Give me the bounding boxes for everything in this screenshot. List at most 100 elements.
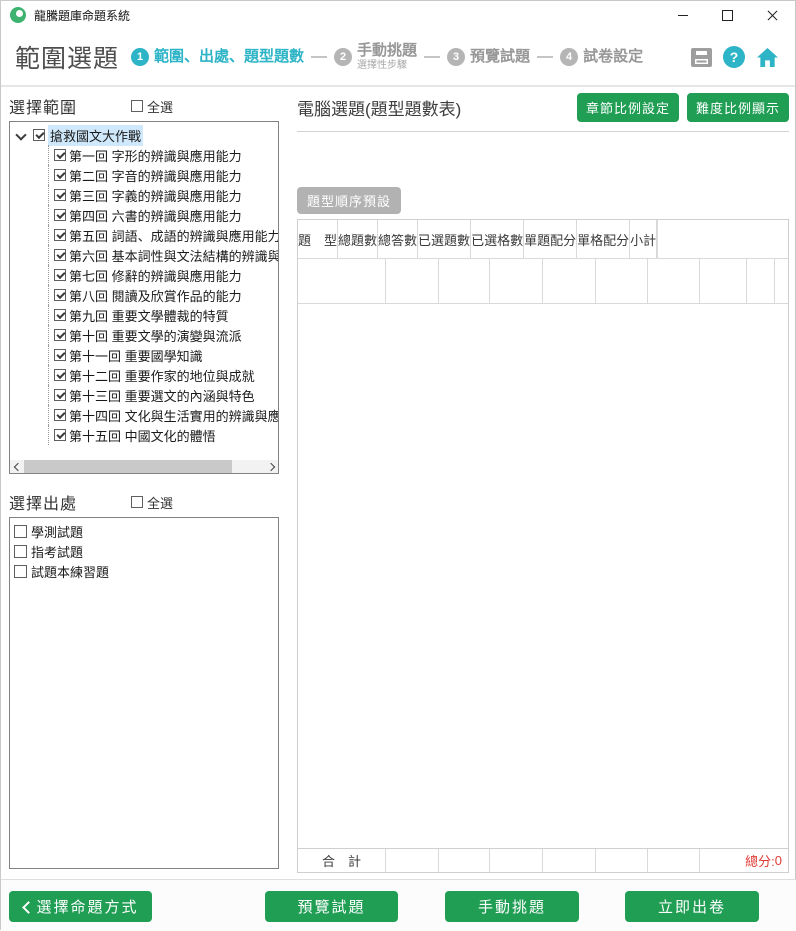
table-header-cell: 總答數 — [378, 220, 418, 258]
source-item[interactable]: 指考試題 — [14, 541, 278, 561]
table-header-cell: 已選格數 — [471, 220, 524, 258]
tree-item[interactable]: 第十回 重要文學的演變與流派 — [10, 325, 278, 345]
home-button[interactable] — [756, 47, 779, 68]
table-cell-empty — [386, 259, 439, 303]
tree-item-checkbox[interactable] — [54, 409, 66, 421]
tree-item-label: 第八回 閱讀及欣賞作品的能力 — [69, 286, 242, 305]
source-select-all-checkbox[interactable] — [131, 496, 143, 508]
scrollbar-thumb[interactable] — [24, 460, 232, 473]
wizard-step[interactable]: 4 試卷設定 — [560, 48, 643, 66]
home-icon — [756, 47, 779, 68]
table-cell-empty — [439, 849, 490, 872]
tree-root-checkbox[interactable] — [33, 129, 45, 141]
chevron-down-icon[interactable] — [16, 131, 25, 140]
tree-children: 第一回 字形的辨識與應用能力 第二回 字音的辨識與應用能力 第三回 字義的辨識與… — [10, 145, 278, 445]
range-select-all[interactable]: 全選 — [131, 97, 173, 116]
tree-item[interactable]: 第三回 字義的辨識與應用能力 — [10, 185, 278, 205]
chevron-left-icon — [22, 903, 30, 911]
tree-item[interactable]: 第八回 閱讀及欣賞作品的能力 — [10, 285, 278, 305]
tree-item[interactable]: 第一回 字形的辨識與應用能力 — [10, 145, 278, 165]
manual-pick-button[interactable]: 手動挑題 — [445, 891, 579, 922]
source-item-checkbox[interactable] — [14, 545, 27, 558]
tree-item[interactable]: 第十三回 重要選文的內涵與特色 — [10, 385, 278, 405]
preview-questions-button[interactable]: 預覽試題 — [265, 891, 398, 922]
table-cell-empty — [298, 259, 386, 303]
step-number-badge: 4 — [560, 48, 578, 66]
tree-item-label: 第一回 字形的辨識與應用能力 — [69, 146, 242, 165]
wizard-step[interactable]: 2 手動挑題 選擇性步驟 — [334, 43, 447, 71]
difficulty-ratio-button[interactable]: 難度比例顯示 — [687, 93, 789, 122]
tree-item-checkbox[interactable] — [54, 369, 66, 381]
tree-item[interactable]: 第四回 六書的辨識與應用能力 — [10, 205, 278, 225]
tree-item[interactable]: 第六回 基本詞性與文法結構的辨識與 — [10, 245, 278, 265]
wizard-step[interactable]: 1 範圍、出處、題型題數 — [131, 48, 334, 66]
tree-item[interactable]: 第十五回 中國文化的體悟 — [10, 425, 278, 445]
tree-item-checkbox[interactable] — [54, 169, 66, 181]
table-cell-empty — [439, 259, 490, 303]
tree-item[interactable]: 第十一回 重要國學知識 — [10, 345, 278, 365]
tree-item[interactable]: 第十四回 文化與生活實用的辨識與應 — [10, 405, 278, 425]
step-number-badge: 2 — [334, 48, 352, 66]
chapter-ratio-button[interactable]: 章節比例設定 — [577, 93, 679, 122]
step-label: 試卷設定 — [583, 49, 643, 66]
tree-item-checkbox[interactable] — [54, 149, 66, 161]
app-logo-icon — [10, 7, 26, 23]
maximize-button[interactable] — [705, 1, 750, 29]
tree-item-checkbox[interactable] — [54, 289, 66, 301]
total-score-cell: 總分:0 — [700, 849, 788, 872]
create-exam-button[interactable]: 立即出卷 — [625, 891, 759, 922]
source-select-all[interactable]: 全選 — [131, 493, 173, 512]
tree-item-checkbox[interactable] — [54, 209, 66, 221]
tree-item[interactable]: 第二回 字音的辨識與應用能力 — [10, 165, 278, 185]
wizard-stepper: 1 範圍、出處、題型題數 2 手動挑題 選擇性步驟 3 預覽試題 — [131, 43, 643, 71]
titlebar: 龍騰題庫命題系統 — [1, 1, 795, 29]
source-item-label: 指考試題 — [31, 542, 83, 561]
selection-sidebar: 選擇範圍 全選 搶救國文大作戰 第一回 字形的辨識與應用能力 第二回 字音的辨識… — [9, 93, 279, 869]
table-cell-empty — [596, 259, 648, 303]
question-order-preset-tab[interactable]: 題型順序預設 — [297, 187, 401, 214]
scroll-right-icon[interactable] — [265, 460, 278, 473]
table-header-cell: 單格配分 — [577, 220, 630, 258]
tree-root-label: 搶救國文大作戰 — [48, 125, 143, 146]
tree-item[interactable]: 第七回 修辭的辨識與應用能力 — [10, 265, 278, 285]
step-separator — [537, 56, 553, 58]
step-label: 範圍、出處、題型題數 — [154, 49, 304, 66]
range-select-all-checkbox[interactable] — [131, 100, 143, 112]
minimize-button[interactable] — [660, 1, 705, 29]
tree-item-checkbox[interactable] — [54, 269, 66, 281]
source-item-checkbox[interactable] — [14, 525, 27, 538]
tree-item-checkbox[interactable] — [54, 429, 66, 441]
horizontal-scrollbar[interactable] — [10, 460, 278, 473]
tree-item-checkbox[interactable] — [54, 329, 66, 341]
step-label: 預覽試題 — [470, 49, 530, 66]
tree-item-checkbox[interactable] — [54, 389, 66, 401]
minimize-icon — [678, 15, 688, 16]
tree-item-checkbox[interactable] — [54, 249, 66, 261]
tree-item-checkbox[interactable] — [54, 309, 66, 321]
help-button[interactable]: ? — [723, 46, 745, 68]
source-item-label: 學測試題 — [31, 522, 83, 541]
table-cell-empty — [775, 259, 788, 303]
close-button[interactable] — [750, 1, 795, 29]
tree-item-label: 第七回 修辭的辨識與應用能力 — [69, 266, 242, 285]
wizard-step[interactable]: 3 預覽試題 — [447, 48, 560, 66]
tree-item-label: 第十一回 重要國學知識 — [69, 346, 203, 365]
tree-item[interactable]: 第九回 重要文學體裁的特質 — [10, 305, 278, 325]
save-button[interactable] — [691, 48, 712, 67]
step-separator — [311, 56, 327, 58]
tree-root-node[interactable]: 搶救國文大作戰 — [10, 125, 278, 145]
source-item-checkbox[interactable] — [14, 565, 27, 578]
tree-item-checkbox[interactable] — [54, 349, 66, 361]
back-to-method-button[interactable]: 選擇命題方式 — [9, 891, 152, 922]
tree-item-checkbox[interactable] — [54, 229, 66, 241]
tree-item-checkbox[interactable] — [54, 189, 66, 201]
source-item[interactable]: 學測試題 — [14, 521, 278, 541]
source-item[interactable]: 試題本練習題 — [14, 561, 278, 581]
tree-item[interactable]: 第十二回 重要作家的地位與成就 — [10, 365, 278, 385]
tree-item-label: 第十四回 文化與生活實用的辨識與應 — [69, 406, 278, 425]
tree-item[interactable]: 第五回 詞語、成語的辨識與應用能力 — [10, 225, 278, 245]
scroll-left-icon[interactable] — [10, 460, 23, 473]
table-header-cell: 總題數 — [338, 220, 378, 258]
tree-item-label: 第六回 基本詞性與文法結構的辨識與 — [69, 246, 278, 265]
table-cell-empty — [747, 259, 775, 303]
